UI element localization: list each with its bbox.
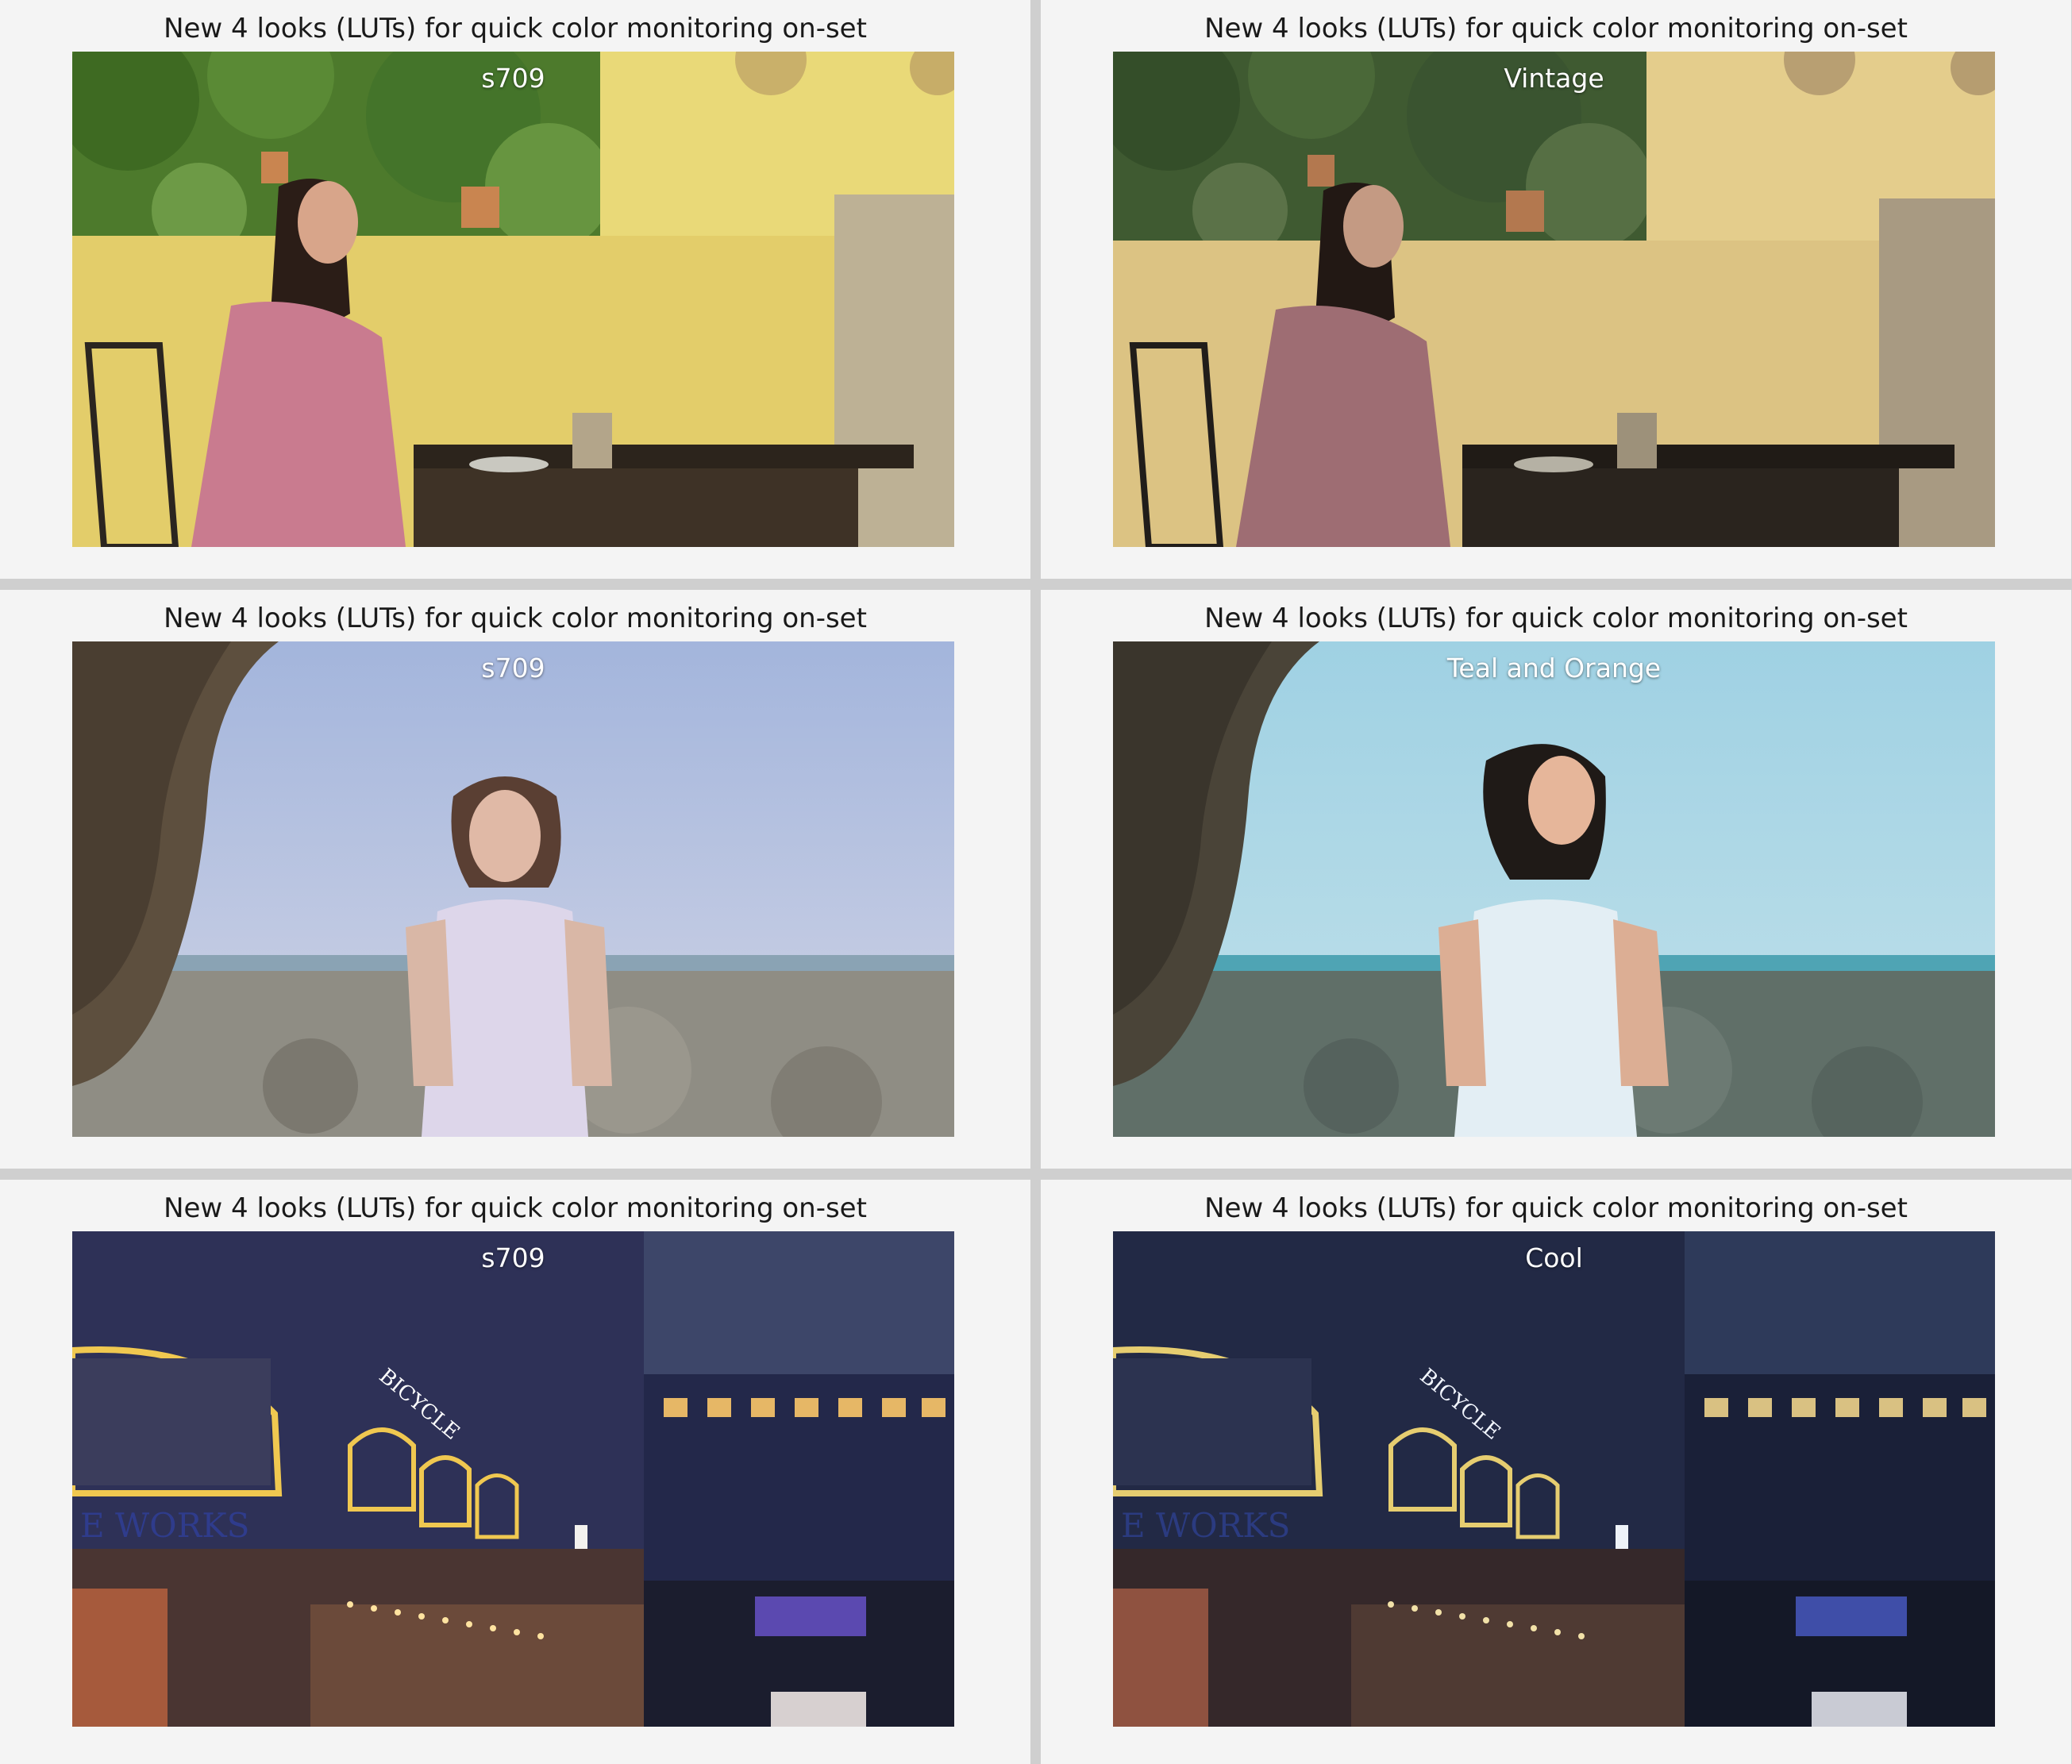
beach-scene-image: [72, 641, 954, 1137]
comparison-panel-street-cool: New 4 looks (LUTs) for quick color monit…: [1041, 1180, 2071, 1764]
lut-look-label: s709: [481, 653, 545, 684]
video-frame-street-s709: E WORKS BICYCLE s709: [72, 1231, 954, 1727]
video-frame-cafe-vintage: Vintage: [1113, 52, 1995, 547]
works-sign: E WORKS: [80, 1506, 249, 1545]
comparison-panel-cafe-s709: New 4 looks (LUTs) for quick color monit…: [0, 0, 1030, 579]
panel-title: New 4 looks (LUTs) for quick color monit…: [164, 1192, 867, 1224]
panel-title: New 4 looks (LUTs) for quick color monit…: [1204, 603, 1908, 634]
lut-look-label: Teal and Orange: [1446, 653, 1662, 684]
street-scene-image: E WORKS BICYCLE: [72, 1231, 954, 1727]
lut-comparison-grid: New 4 looks (LUTs) for quick color monit…: [0, 0, 2072, 1764]
lut-look-label: s709: [481, 1242, 545, 1273]
video-frame-street-cool: E WORKS BICYCLE Cool: [1113, 1231, 1995, 1727]
lut-look-label: s709: [481, 63, 545, 94]
comparison-panel-beach-s709: New 4 looks (LUTs) for quick color monit…: [0, 590, 1030, 1169]
works-sign: E WORKS: [1121, 1506, 1290, 1545]
panel-title: New 4 looks (LUTs) for quick color monit…: [164, 603, 867, 634]
beach-scene-image: [1113, 641, 1995, 1137]
video-frame-beach-s709: s709: [72, 641, 954, 1137]
cafe-scene-image: [1113, 52, 1995, 547]
lut-look-label: Vintage: [1504, 63, 1604, 94]
comparison-panel-cafe-vintage: New 4 looks (LUTs) for quick color monit…: [1041, 0, 2071, 579]
comparison-panel-street-s709: New 4 looks (LUTs) for quick color monit…: [0, 1180, 1030, 1764]
lut-look-label: Cool: [1525, 1242, 1583, 1273]
panel-title: New 4 looks (LUTs) for quick color monit…: [1204, 13, 1908, 44]
panel-title: New 4 looks (LUTs) for quick color monit…: [164, 13, 867, 44]
panel-title: New 4 looks (LUTs) for quick color monit…: [1204, 1192, 1908, 1224]
cafe-scene-image: [72, 52, 954, 547]
video-frame-beach-teal-orange: Teal and Orange: [1113, 641, 1995, 1137]
video-frame-cafe-s709: s709: [72, 52, 954, 547]
street-scene-image: E WORKS BICYCLE: [1113, 1231, 1995, 1727]
comparison-panel-beach-teal-orange: New 4 looks (LUTs) for quick color monit…: [1041, 590, 2071, 1169]
